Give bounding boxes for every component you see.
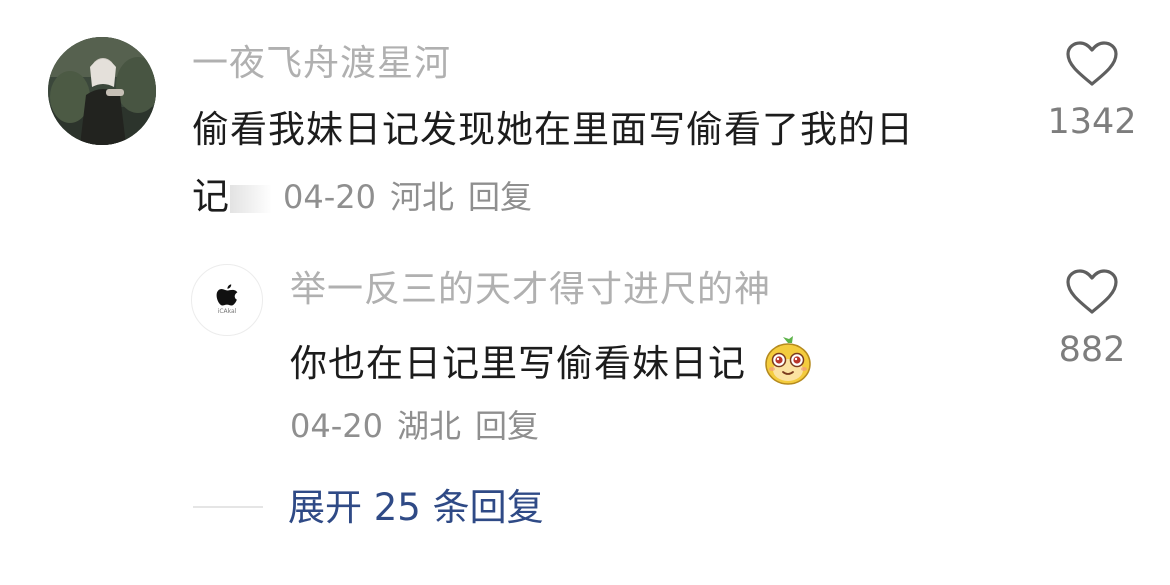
comment-meta: 04-20 河北 回复 bbox=[283, 177, 532, 217]
comment-text-line2: 记 bbox=[192, 175, 230, 218]
comment-text-line1: 偷看我妹日记发现她在里面写偷看了我的日 bbox=[192, 108, 914, 151]
replier-avatar[interactable]: iCAkal bbox=[191, 264, 263, 336]
comment-date: 04-20 bbox=[283, 178, 376, 216]
apple-logo-icon bbox=[216, 284, 238, 306]
comment-like[interactable]: 1342 bbox=[1037, 40, 1147, 142]
reply-text: 你也在日记里写偷看妹日记 bbox=[290, 342, 746, 385]
reply-like[interactable]: 882 bbox=[1037, 268, 1147, 370]
reply-date: 04-20 bbox=[290, 407, 383, 445]
comment-thread: 一夜飞舟渡星河 偷看我妹日记发现她在里面写偷看了我的日 记 04-20 河北 回… bbox=[0, 0, 1170, 585]
text-fade-overlay bbox=[230, 185, 272, 213]
replier-username[interactable]: 举一反三的天才得寸进尺的神 bbox=[290, 268, 771, 312]
reply-like-count: 882 bbox=[1058, 330, 1126, 370]
expand-replies-button[interactable]: 展开 25 条回复 bbox=[288, 486, 544, 530]
heart-icon[interactable] bbox=[1065, 40, 1119, 88]
heart-icon[interactable] bbox=[1065, 268, 1119, 316]
commenter-username[interactable]: 一夜飞舟渡星河 bbox=[192, 42, 451, 86]
expand-divider bbox=[193, 506, 263, 508]
comment-location: 河北 bbox=[389, 178, 454, 216]
comment-like-count: 1342 bbox=[1047, 102, 1137, 142]
portrait-photo-icon bbox=[48, 37, 156, 145]
mango-cute-emoji-icon bbox=[765, 336, 811, 385]
reply-location: 湖北 bbox=[396, 407, 461, 445]
avatar-caption: iCAkal bbox=[217, 308, 237, 315]
reply-meta: 04-20 湖北 回复 bbox=[290, 406, 539, 446]
comment-reply-button[interactable]: 回复 bbox=[468, 177, 532, 217]
commenter-avatar[interactable] bbox=[48, 37, 156, 145]
reply-reply-button[interactable]: 回复 bbox=[475, 406, 539, 446]
reply-text-line: 你也在日记里写偷看妹日记 bbox=[290, 334, 813, 386]
